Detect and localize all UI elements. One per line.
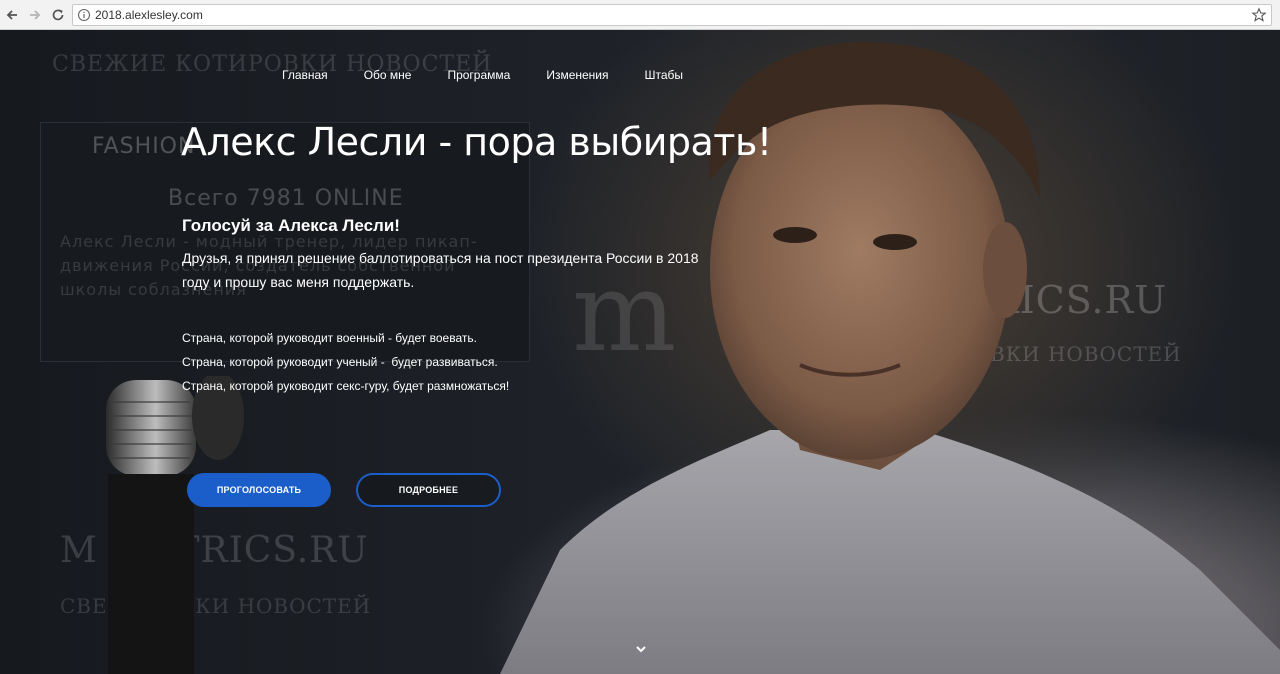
url-text[interactable]: 2018.alexlesley.com [95,8,203,22]
more-button[interactable]: ПОДРОБНЕЕ [356,473,501,507]
back-arrow-icon [6,10,17,20]
main-nav: Главная Обо мне Программа Изменения Штаб… [282,68,683,82]
hero-section: СВЕЖИЕ КОТИРОВКИ НОВОСТЕЙ FASHION Всего … [0,30,1280,674]
nav-item-headquarters[interactable]: Штабы [645,68,684,82]
nav-item-home[interactable]: Главная [282,68,328,82]
back-button[interactable] [2,5,22,25]
background-watermark: FASHION [92,134,196,159]
slogan-item: Страна, которой руководит секс-гуру, буд… [182,379,510,393]
star-icon[interactable] [1251,7,1267,23]
forward-button[interactable] [25,5,45,25]
browser-toolbar: 2018.alexlesley.com [0,0,1280,30]
scroll-down-button[interactable] [634,642,648,656]
forward-arrow-icon [30,10,41,20]
vote-button[interactable]: ПРОГОЛОСОВАТЬ [187,473,331,507]
nav-item-changes[interactable]: Изменения [546,68,608,82]
background-watermark: Всего 7981 ONLINE [168,186,404,211]
microphone-image [106,376,244,674]
reload-icon [52,9,64,21]
chevron-down-icon [636,646,646,653]
nav-item-about[interactable]: Обо мне [364,68,412,82]
slogan-list: Страна, которой руководит военный - буде… [182,330,509,402]
reload-button[interactable] [48,5,68,25]
hero-lead-text: Друзья, я принял решение баллотироваться… [182,250,699,290]
slogan-item: Страна, которой руководит ученый - будет… [182,355,498,369]
info-icon[interactable] [77,8,91,22]
hero-title: Алекс Лесли - пора выбирать! [181,120,772,164]
hero-subtitle: Голосуй за Алекса Лесли! [182,216,400,235]
address-bar[interactable]: 2018.alexlesley.com [72,4,1272,26]
slogan-item: Страна, которой руководит военный - буде… [182,331,477,345]
nav-item-program[interactable]: Программа [447,68,510,82]
